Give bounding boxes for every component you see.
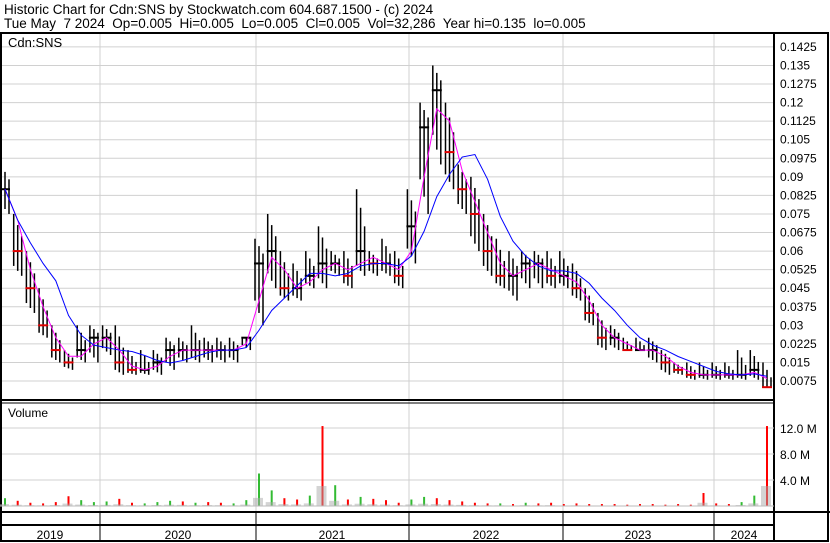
- year-label: 2020: [165, 528, 192, 542]
- chart-frame: [0, 32, 829, 542]
- volume-tick-label: 8.0 M: [780, 448, 810, 462]
- price-tick-label: 0.1125: [780, 114, 816, 128]
- year-label: 2021: [319, 528, 346, 542]
- price-tick-label: 0.09: [780, 170, 804, 184]
- volume-tick-label: 4.0 M: [780, 474, 810, 488]
- price-tick-label: 0.0525: [780, 263, 817, 277]
- volume-bar-minor: [329, 500, 340, 506]
- price-tick-label: 0.0075: [780, 374, 817, 388]
- price-tick-label: 0.0225: [780, 337, 817, 351]
- price-tick-label: 0.06: [780, 244, 804, 258]
- year-label: 2022: [473, 528, 500, 542]
- price-tick-label: 0.015: [780, 355, 810, 369]
- price-tick-label: 0.0975: [780, 151, 817, 165]
- chart-canvas: 0.1425 0.135 0.1275 0.12 0.1125 0.105 0.0975 0.…: [0, 32, 830, 542]
- stock-chart: Historic Chart for Cdn:SNS by Stockwatch…: [0, 0, 830, 543]
- price-tick-label: 0.1275: [780, 77, 817, 91]
- price-tick-label: 0.0675: [780, 226, 817, 240]
- price-tick-label: 0.045: [780, 281, 810, 295]
- price-tick-label: 0.0375: [780, 300, 817, 314]
- price-tick-label: 0.075: [780, 207, 810, 221]
- volume-bar-minor: [316, 486, 327, 506]
- year-label: 2019: [37, 528, 64, 542]
- price-tick-label: 0.03: [780, 318, 804, 332]
- price-tick-label: 0.0825: [780, 188, 817, 202]
- price-tick-label: 0.105: [780, 133, 810, 147]
- year-label: 2023: [625, 528, 652, 542]
- volume-bar-minor: [761, 486, 771, 506]
- volume-tick-label: 12.0 M: [780, 422, 817, 436]
- price-tick-label: 0.12: [780, 96, 804, 110]
- symbol-label: Cdn:SNS: [8, 35, 63, 50]
- year-label: 2024: [731, 528, 758, 542]
- price-tick-label: 0.135: [780, 58, 810, 72]
- volume-label: Volume: [8, 406, 48, 420]
- volume-bar-minor: [253, 497, 263, 506]
- price-tick-label: 0.1425: [780, 40, 817, 54]
- volume-bar-minor: [265, 502, 276, 506]
